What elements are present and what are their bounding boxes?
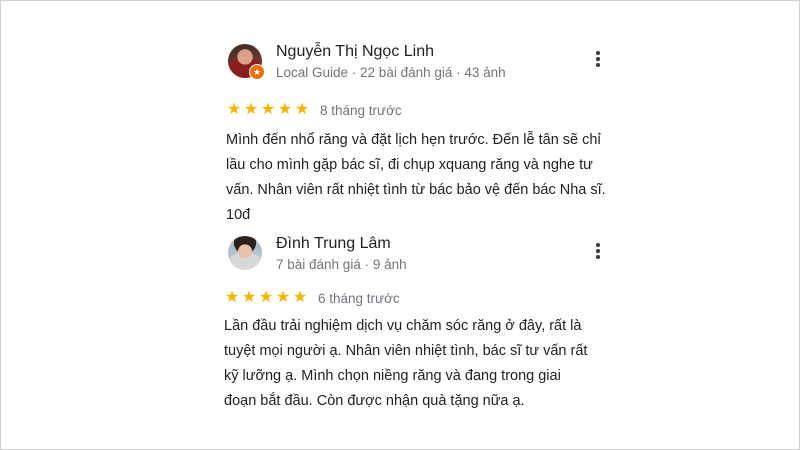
reviewer-meta: 7 bài đánh giá · 9 ảnh <box>276 257 407 272</box>
review-date: 6 tháng trước <box>318 290 400 306</box>
star-icon: ★ <box>241 289 257 306</box>
star-icon: ★ <box>277 101 293 118</box>
rating-row: ★ ★ ★ ★ ★ 6 tháng trước <box>224 288 626 308</box>
avatar-photo <box>228 236 262 270</box>
star-icon: ★ <box>224 289 240 306</box>
review-card: ★ Nguyễn Thị Ngọc Linh Local Guide · 22 … <box>226 42 626 228</box>
star-icon: ★ <box>275 289 291 306</box>
avatar[interactable] <box>228 236 262 270</box>
review-card: Đình Trung Lâm 7 bài đánh giá · 9 ảnh ★ … <box>224 234 626 414</box>
review-text: Mình đến nhổ răng và đặt lịch hẹn trước.… <box>226 132 606 223</box>
local-guide-badge-icon: ★ <box>249 64 265 80</box>
star-icon: ★ <box>243 101 259 118</box>
reviewer-meta: Local Guide · 22 bài đánh giá · 43 ảnh <box>276 65 506 80</box>
star-rating: ★ ★ ★ ★ ★ <box>226 102 310 118</box>
avatar[interactable]: ★ <box>228 44 265 80</box>
star-icon: ★ <box>260 101 276 118</box>
more-options-icon[interactable] <box>588 48 608 70</box>
review-date: 8 tháng trước <box>320 102 402 118</box>
star-icon: ★ <box>258 289 274 306</box>
reviewer-name[interactable]: Đình Trung Lâm <box>276 235 391 253</box>
star-icon: ★ <box>292 289 308 306</box>
reviewer-name[interactable]: Nguyễn Thị Ngọc Linh <box>276 43 434 61</box>
review-text: Lần đầu trải nghiệm dịch vụ chăm sóc răn… <box>224 318 588 409</box>
star-icon: ★ <box>294 101 310 118</box>
rating-row: ★ ★ ★ ★ ★ 8 tháng trước <box>226 100 626 120</box>
more-options-icon[interactable] <box>588 240 608 262</box>
review-header: Đình Trung Lâm 7 bài đánh giá · 9 ảnh <box>226 234 626 280</box>
star-icon: ★ <box>226 101 242 118</box>
review-header: ★ Nguyễn Thị Ngọc Linh Local Guide · 22 … <box>226 42 626 88</box>
star-rating: ★ ★ ★ ★ ★ <box>224 290 308 306</box>
